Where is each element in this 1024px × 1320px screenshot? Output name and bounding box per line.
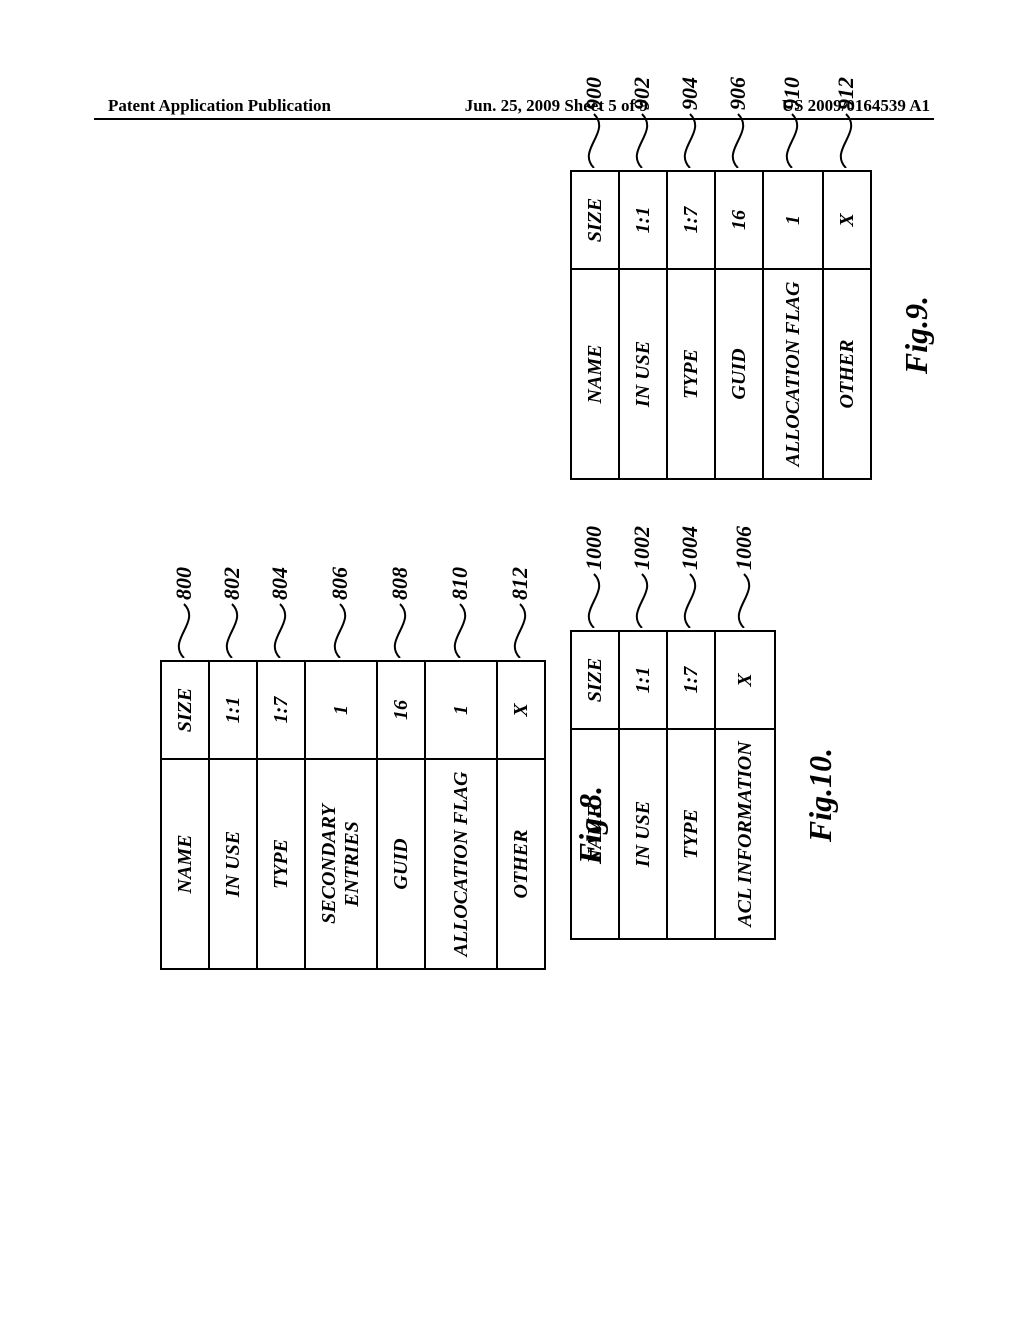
figure-9: NAME SIZE IN USE1:1 TYPE1:7 GUID16 ALLOC… [570,77,935,480]
ref-number: 904 [677,77,703,110]
figure-10: NAME SIZE IN USE1:1 TYPE1:7 ACL INFORMAT… [570,526,839,940]
fig10-th-size: SIZE [571,631,619,729]
fig9-th-name: NAME [571,269,619,479]
ref-number: 1000 [581,526,607,570]
ref-number: 906 [725,77,751,110]
table-cell: 1 [763,171,823,269]
table-cell: 1:1 [619,631,667,729]
fig9-label: Fig.9. [898,190,935,480]
fig9-table: NAME SIZE IN USE1:1 TYPE1:7 GUID16 ALLOC… [570,170,872,480]
ref-number: 806 [327,567,353,600]
table-cell: 1 [425,661,497,759]
table-cell: ALLOCATION FLAG [763,269,823,479]
leader-line-icon [570,572,618,628]
table-cell: 1:7 [667,631,715,729]
fig9-th-size: SIZE [571,171,619,269]
table-cell: 1 [305,661,377,759]
table-cell: TYPE [667,729,715,939]
table-cell: 16 [377,661,425,759]
fig10-label: Fig.10. [802,650,839,940]
leader-line-icon [570,112,618,168]
fig8-th-name: NAME [161,759,209,969]
ref-number: 1004 [677,526,703,570]
ref-number: 802 [219,567,245,600]
leader-line-icon [666,572,714,628]
leader-line-icon [768,112,816,168]
table-cell: 1:1 [209,661,257,759]
leader-line-icon [376,602,424,658]
figure-8: NAME SIZE IN USE1:1 TYPE1:7 SECONDARY EN… [160,567,609,970]
fig10-th-name: NAME [571,729,619,939]
table-cell: X [497,661,545,759]
table-cell: 16 [715,171,763,269]
ref-number: 900 [581,77,607,110]
leader-line-icon [496,602,544,658]
table-cell: 1:7 [257,661,305,759]
table-cell: ACL INFORMATION [715,729,775,939]
ref-number: 808 [387,567,413,600]
leader-line-icon [436,602,484,658]
table-cell: IN USE [619,729,667,939]
leader-line-icon [208,602,256,658]
fig10-table: NAME SIZE IN USE1:1 TYPE1:7 ACL INFORMAT… [570,630,776,940]
table-cell: 1:1 [619,171,667,269]
table-cell: X [715,631,775,729]
ref-number: 800 [171,567,197,600]
leader-line-icon [720,572,768,628]
leader-line-icon [618,112,666,168]
header-left: Patent Application Publication [108,96,331,116]
leader-line-icon [256,602,304,658]
table-cell: GUID [377,759,425,969]
table-cell: 1:7 [667,171,715,269]
table-cell: X [823,171,871,269]
leader-line-icon [316,602,364,658]
table-cell: OTHER [497,759,545,969]
table-cell: ALLOCATION FLAG [425,759,497,969]
leader-line-icon [666,112,714,168]
ref-number: 1002 [629,526,655,570]
ref-number: 912 [833,77,859,110]
table-cell: OTHER [823,269,871,479]
ref-number: 1006 [731,526,757,570]
ref-number: 810 [447,567,473,600]
leader-line-icon [714,112,762,168]
table-cell: TYPE [257,759,305,969]
table-cell: SECONDARY ENTRIES [305,759,377,969]
fig8-table: NAME SIZE IN USE1:1 TYPE1:7 SECONDARY EN… [160,660,546,970]
leader-line-icon [160,602,208,658]
ref-number: 902 [629,77,655,110]
fig9-refs: 900 902 904 906 910 912 [570,77,870,170]
fig8-th-size: SIZE [161,661,209,759]
ref-number: 910 [779,77,805,110]
ref-number: 804 [267,567,293,600]
table-cell: IN USE [209,759,257,969]
table-cell: GUID [715,269,763,479]
fig8-refs: 800 802 804 806 808 810 [160,567,544,660]
table-cell: IN USE [619,269,667,479]
leader-line-icon [822,112,870,168]
table-cell: TYPE [667,269,715,479]
leader-line-icon [618,572,666,628]
ref-number: 812 [507,567,533,600]
fig10-refs: 1000 1002 1004 1006 [570,526,774,630]
